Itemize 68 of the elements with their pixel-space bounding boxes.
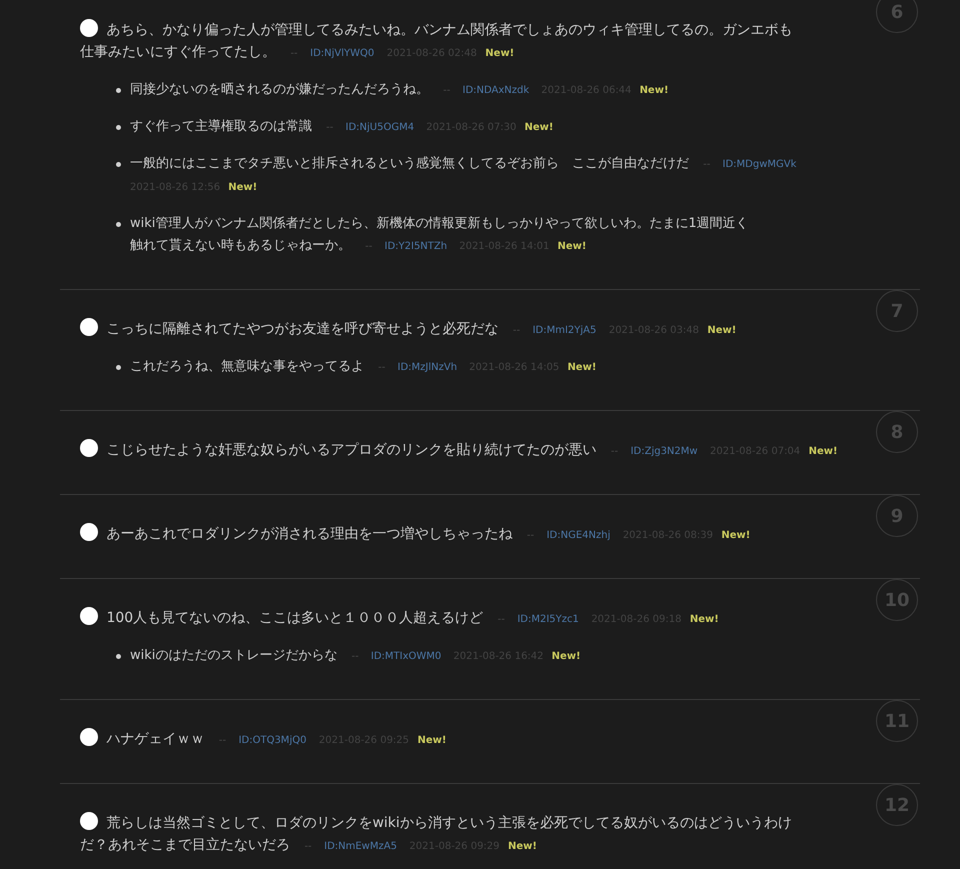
comment-text: あちら、かなり偏った人が管理してるみたいね。バンナム関係者でしょあのウィキ管理してるの。ガンエボも <box>106 22 792 38</box>
new-label: New! <box>552 651 581 662</box>
comment-text: だ？あれそこまで目立たないだろ <box>80 837 290 853</box>
reply-text: 触れて貰えない時もあるじゃねーか。 <box>130 238 351 253</box>
circle-icon <box>80 19 98 37</box>
reply-text: これだろうね、無意味な事をやってるよ <box>130 359 364 374</box>
separator: -- <box>443 85 450 96</box>
bullet-dot <box>116 222 121 227</box>
new-label: New! <box>508 841 537 852</box>
new-label: New! <box>485 48 514 59</box>
user-id: ID:OTQ3MjQ0 <box>238 735 306 746</box>
user-id: ID:MmI2YjA5 <box>532 325 596 336</box>
bullet-dot <box>116 654 121 659</box>
user-id: ID:NjVlYWQ0 <box>310 48 374 59</box>
new-label: New! <box>228 182 258 193</box>
separator: -- <box>218 735 226 746</box>
user-id: ID:NDAxNzdk <box>462 85 530 96</box>
circle-icon <box>80 728 98 746</box>
reply-text: 同接少ないのを晒されるのが嫌だったんだろうね。 <box>130 82 429 97</box>
circle-icon <box>80 607 98 625</box>
comment-text: あーあこれでロダリンクが消される理由を一つ増やしちゃったね <box>106 526 512 542</box>
reply-text: すぐ作って主導権取るのは常識 <box>130 119 312 134</box>
user-id: ID:NmEwMzA5 <box>324 841 397 852</box>
user-id: ID:Zjg3N2Mw <box>630 446 698 457</box>
user-id: ID:MzJlNzVh <box>398 362 458 373</box>
bullet-dot <box>116 125 121 130</box>
separator: -- <box>703 159 710 170</box>
separator: -- <box>326 122 334 133</box>
circle-icon <box>80 523 98 541</box>
separator: -- <box>526 530 534 541</box>
separator: -- <box>378 362 386 373</box>
user-id: ID:MTIxOWM0 <box>370 651 442 662</box>
circle-icon <box>80 318 98 336</box>
circle-icon <box>80 439 98 457</box>
new-label: New! <box>707 325 736 336</box>
reply-text: wiki管理人がバンナム関係者だとしたら、新機体の情報更新もしっかりやって欲しいわ。たまに1週間近く <box>130 216 749 231</box>
new-label: New! <box>640 85 669 96</box>
circle-icon <box>80 812 98 830</box>
comment-text: 荒らしは当然ゴミとして、ロダのリンクをwikiから消すという主張を必死でしてる奴がいるのはどういうわけ <box>106 815 792 831</box>
new-label: New! <box>567 362 596 373</box>
new-label: New! <box>808 446 838 457</box>
separator: -- <box>512 325 520 336</box>
new-label: New! <box>690 614 719 625</box>
bullet-dot <box>116 365 121 370</box>
comment-text: こっちに隔離されてたやつがお友達を呼び寄せようと必死だな <box>106 321 498 337</box>
new-label: New! <box>524 122 554 133</box>
bullet-dot <box>116 162 121 167</box>
separator: -- <box>365 241 372 252</box>
comment-text: 100人も見てないのね、ここは多いと１０００人超えるけど <box>106 610 484 626</box>
separator: -- <box>498 614 505 625</box>
comment-text: こじらせたような奸悪な奴らがいるアプロダのリンクを貼り続けてたのが悪い <box>106 442 596 458</box>
reply-text: 一般的にはここまでタチ悪いと排斥されるという感覚無くしてるぞお前ら ここが自由なだけだ <box>130 156 689 171</box>
user-id: ID:NjU5OGM4 <box>346 122 414 133</box>
separator: -- <box>290 48 298 59</box>
user-id: ID:Y2I5NTZh <box>384 241 448 252</box>
comment-text: ハナゲェイｗｗ <box>106 731 204 747</box>
bullet-dot <box>116 88 121 93</box>
separator: -- <box>610 446 618 457</box>
separator: -- <box>352 651 359 662</box>
reply-text: wikiのはただのストレージだからな <box>130 648 338 663</box>
new-label: New! <box>721 530 750 541</box>
new-label: New! <box>557 241 586 252</box>
new-label: New! <box>417 735 446 746</box>
user-id: ID:NGE4Nzhj <box>546 530 610 541</box>
user-id: ID:M2I5Yzc1 <box>517 614 579 625</box>
comment-text: 仕事みたいにすぐ作ってたし。 <box>80 44 276 60</box>
separator: -- <box>304 841 312 852</box>
user-id: ID:MDgwMGVk <box>722 159 796 170</box>
